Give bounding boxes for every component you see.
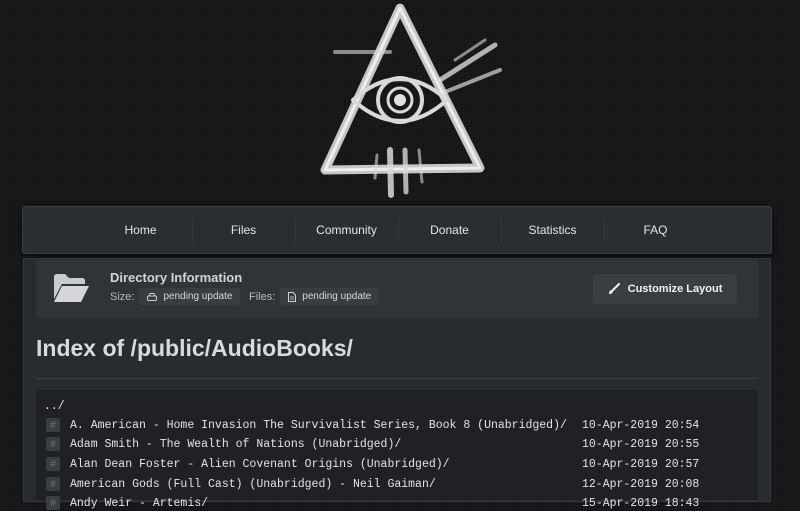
size-label: Size: (110, 290, 135, 303)
hash-icon[interactable]: # (46, 477, 60, 491)
list-item: # Alan Dean Foster - Alien Covenant Orig… (46, 456, 746, 472)
file-link[interactable]: Alan Dean Foster - Alien Covenant Origin… (70, 458, 582, 471)
hash-icon[interactable]: # (46, 496, 60, 510)
files-value: pending update (302, 291, 372, 302)
hash-icon[interactable]: # (46, 437, 60, 451)
file-date: 10-Apr-2019 20:54 (582, 418, 700, 432)
files-row: Files: pending update (249, 288, 380, 305)
size-row: Size: pending update (110, 288, 241, 305)
list-item: # A. American - Home Invasion The Surviv… (46, 417, 746, 433)
file-link[interactable]: A. American - Home Invasion The Survival… (70, 419, 582, 432)
file-link[interactable]: Adam Smith - The Wealth of Nations (Unab… (70, 438, 582, 451)
nav-home[interactable]: Home (89, 207, 192, 253)
customize-layout-label: Customize Layout (627, 283, 723, 295)
file-date: 10-Apr-2019 20:55 (582, 437, 700, 451)
files-chip: pending update (280, 288, 380, 305)
page-title: Index of /public/AudioBooks/ (36, 335, 353, 361)
site-logo (320, 3, 502, 198)
main-nav: Home Files Community Donate Statistics F… (22, 206, 772, 254)
list-item: # Andy Weir - Artemis/ 15-Apr-2019 18:43 (46, 495, 746, 511)
files-label: Files: (249, 290, 276, 303)
file-listing: ../ # A. American - Home Invasion The Su… (36, 390, 758, 510)
customize-layout-button[interactable]: Customize Layout (593, 274, 737, 304)
size-chip: pending update (139, 288, 241, 305)
file-link[interactable]: American Gods (Full Cast) (Unabridged) -… (70, 478, 582, 491)
title-divider (36, 378, 758, 379)
document-icon (288, 291, 297, 302)
file-date: 10-Apr-2019 20:57 (582, 457, 700, 471)
brush-icon (608, 283, 620, 294)
nav-community[interactable]: Community (295, 207, 398, 253)
directory-info-title: Directory Information (110, 270, 243, 285)
size-value: pending update (163, 291, 233, 302)
list-item: # Adam Smith - The Wealth of Nations (Un… (46, 436, 746, 452)
file-date: 12-Apr-2019 20:08 (582, 477, 700, 491)
drive-icon (147, 292, 158, 301)
folder-open-icon (54, 274, 89, 302)
hash-icon[interactable]: # (46, 457, 60, 471)
file-link[interactable]: Andy Weir - Artemis/ (70, 497, 582, 510)
file-date: 15-Apr-2019 18:43 (582, 496, 700, 510)
nav-faq[interactable]: FAQ (604, 207, 707, 253)
nav-statistics[interactable]: Statistics (501, 207, 604, 253)
parent-directory-link[interactable]: ../ (44, 400, 65, 413)
nav-donate[interactable]: Donate (398, 207, 501, 253)
nav-files[interactable]: Files (192, 207, 295, 253)
hash-icon[interactable]: # (46, 418, 60, 432)
directory-info: Directory Information Size: pending upda… (36, 260, 758, 318)
list-item: # American Gods (Full Cast) (Unabridged)… (46, 476, 746, 492)
